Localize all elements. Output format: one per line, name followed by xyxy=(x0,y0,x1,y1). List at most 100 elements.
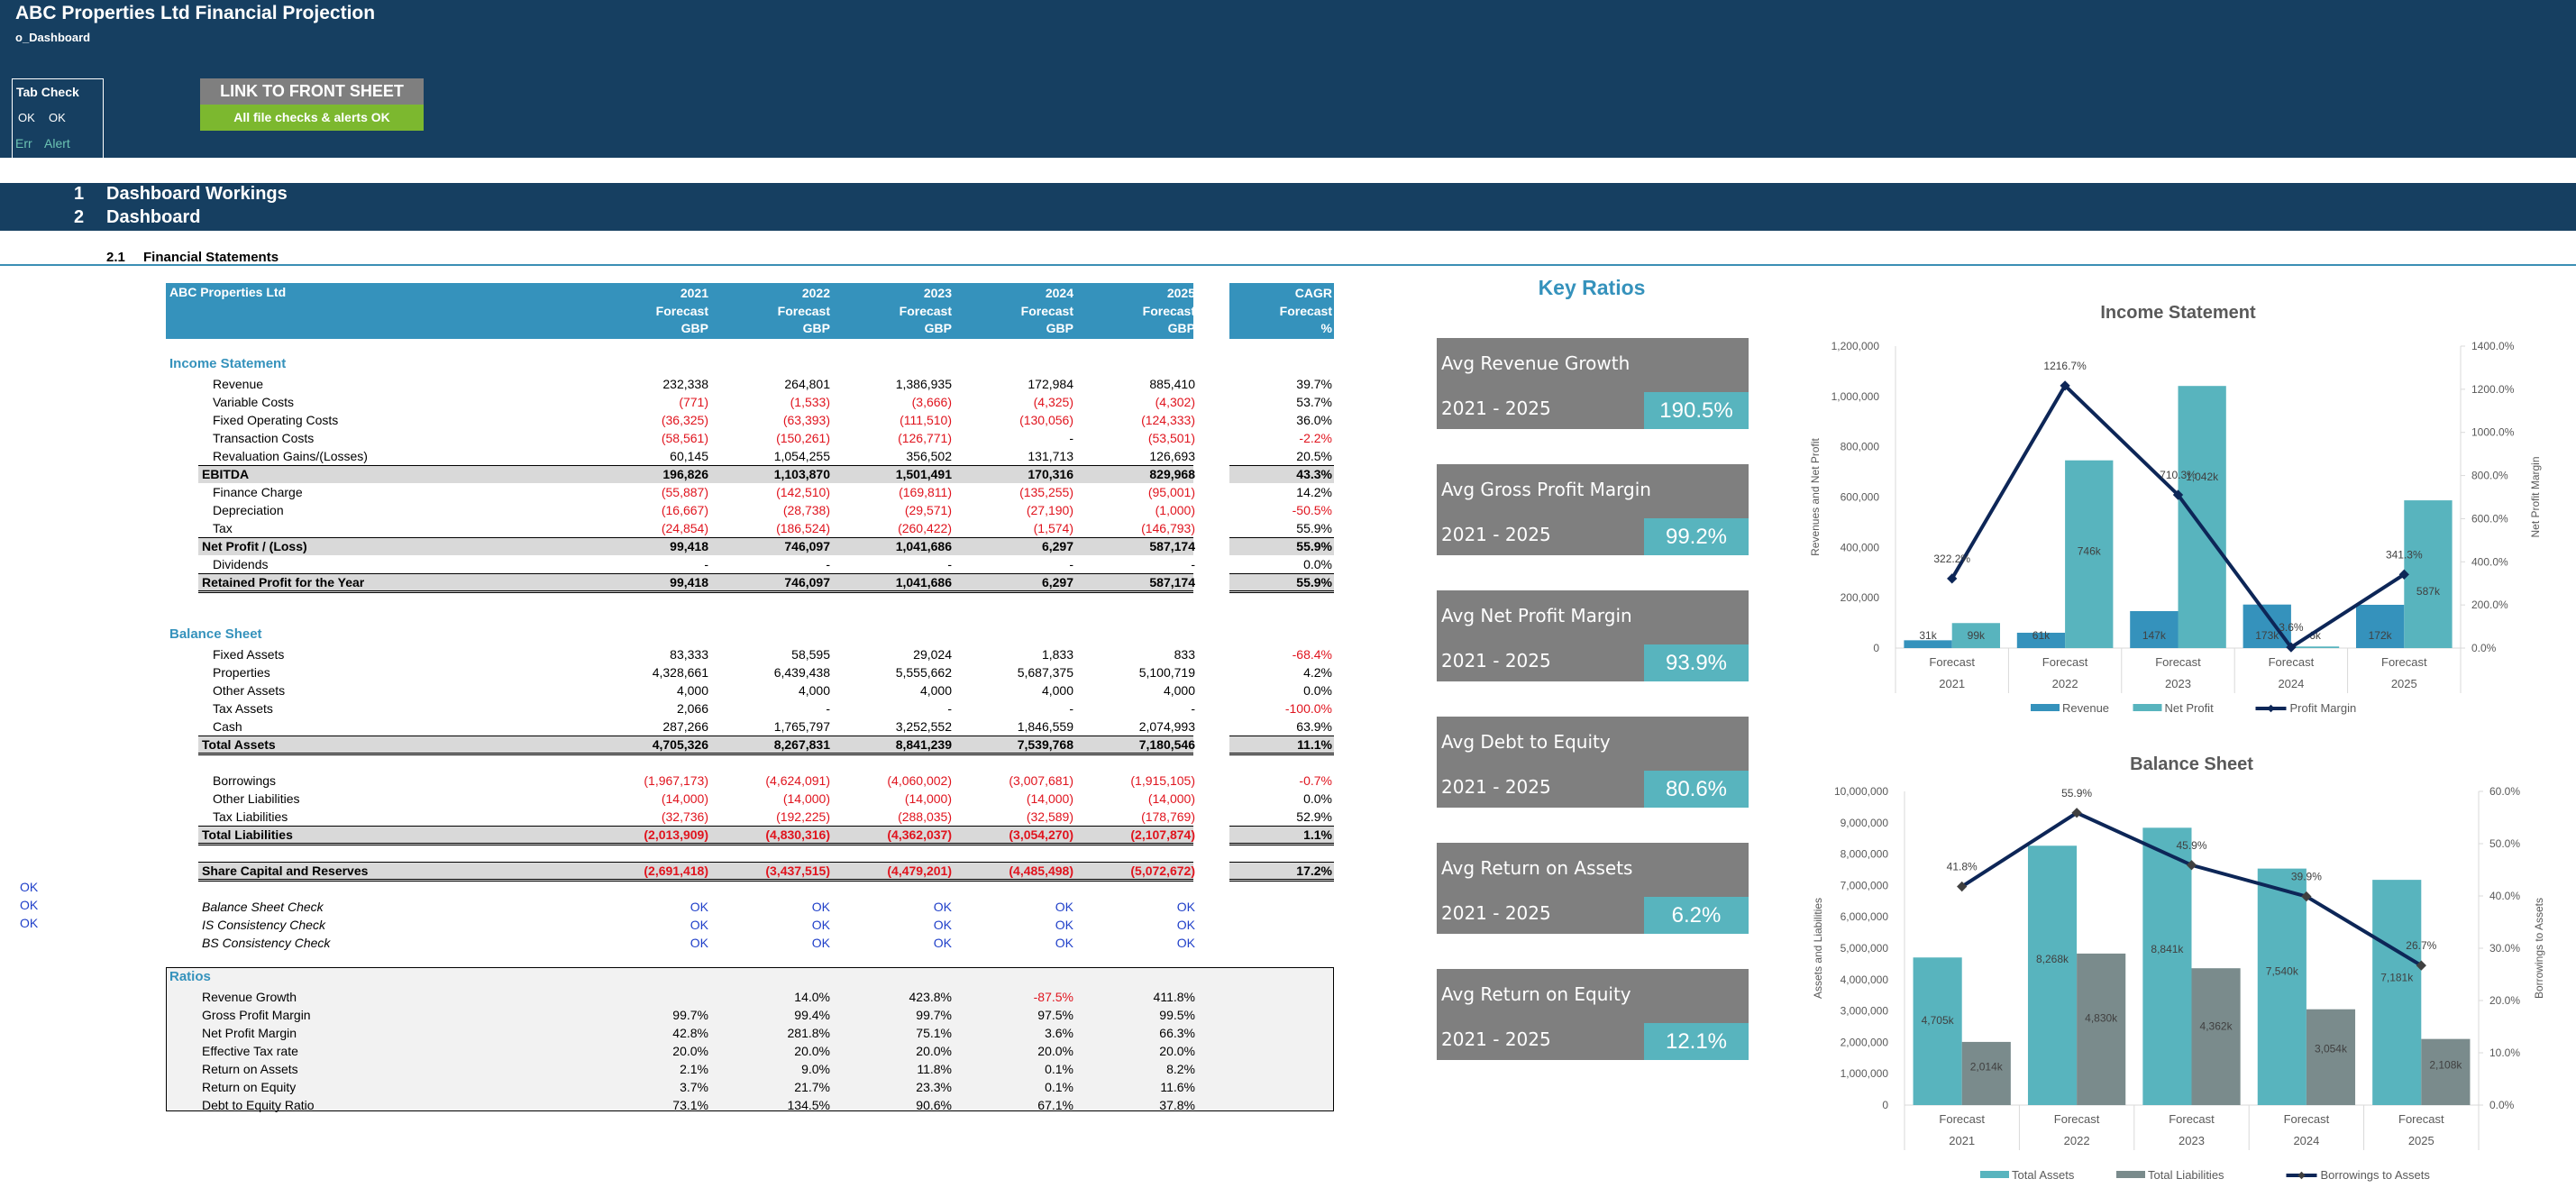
cell-value: -87.5% xyxy=(1033,990,1073,1004)
ratio-row: Return on Equity 3.7% 21.7% 23.3% 0.1% 11.6% xyxy=(166,1078,1334,1096)
cagr-value: -68.4% xyxy=(1292,647,1332,662)
cell-value: (124,333) xyxy=(1141,413,1195,427)
table-row: Dividends - - - - - 0.0% xyxy=(166,555,1334,573)
cell-value: (36,325) xyxy=(661,413,708,427)
cagr-unit: % xyxy=(1320,321,1332,335)
legend-label: Net Profit xyxy=(2165,701,2215,715)
table-row: Tax Liabilities (32,736) (192,225) (288,035… xyxy=(166,808,1334,826)
cell-value: (288,035) xyxy=(898,809,952,824)
key-ratio-value: 93.9% xyxy=(1644,644,1749,681)
cell-value: (55,887) xyxy=(661,485,708,499)
column-type: Forecast xyxy=(899,303,952,318)
cell-value: (3,666) xyxy=(911,395,952,409)
y-tick-label: 1,200,000 xyxy=(1832,340,1880,352)
x-tick-label: Forecast xyxy=(2269,655,2315,669)
cell-value: 42.8% xyxy=(672,1026,708,1040)
cell-value: 281.8% xyxy=(787,1026,830,1040)
ratio-row: Net Profit Margin 42.8% 281.8% 75.1% 3.6% 66.… xyxy=(166,1024,1334,1042)
cagr-value: 0.0% xyxy=(1303,683,1332,698)
cell-value: OK xyxy=(1055,936,1073,950)
left-check-flag: OK xyxy=(20,898,39,912)
cagr-value: -0.7% xyxy=(1299,773,1332,788)
link-to-front-sheet-button[interactable]: LINK TO FRONT SHEET xyxy=(200,78,424,105)
y2-tick-label: 1400.0% xyxy=(2471,340,2515,352)
cell-value: (16,667) xyxy=(661,503,708,517)
app-title: ABC Properties Ltd Financial Projection xyxy=(15,3,376,23)
table-row: Fixed Assets 83,333 58,595 29,024 1,833 833 -6… xyxy=(166,645,1334,663)
cell-value: (3,007,681) xyxy=(1009,773,1073,788)
y2-tick-label: 1000.0% xyxy=(2471,426,2515,439)
bar-data-label: 7,181k xyxy=(2380,972,2414,984)
x-tick-label: Forecast xyxy=(2398,1112,2444,1126)
year-column-header: 2024 Forecast GBP xyxy=(1021,285,1073,338)
cell-value: 4,000 xyxy=(676,683,708,698)
y-tick-label: 8,000,000 xyxy=(1841,848,1889,861)
cell-value: (24,854) xyxy=(661,521,708,535)
left-check-flag: OK xyxy=(20,916,39,930)
cell-value: (3,054,270) xyxy=(1009,827,1073,842)
row-label: IS Consistency Check xyxy=(202,918,325,932)
line-data-label: 26.7% xyxy=(2406,939,2436,952)
key-ratio-card: Avg Gross Profit Margin 2021 - 2025 99.2% xyxy=(1437,464,1749,555)
bar-net-profit xyxy=(2290,646,2340,648)
column-type: Forecast xyxy=(1020,303,1073,318)
cell-value: - xyxy=(1191,557,1195,571)
company-name: ABC Properties Ltd xyxy=(169,285,287,299)
cell-value: 8,267,831 xyxy=(773,737,830,752)
line-data-label: 55.9% xyxy=(2061,787,2092,800)
cell-value: 1,386,935 xyxy=(895,377,952,391)
cell-value: OK xyxy=(1055,900,1073,914)
cell-value: (29,571) xyxy=(904,503,952,517)
cell-value: (146,793) xyxy=(1141,521,1195,535)
x-tick-label: Forecast xyxy=(2155,655,2201,669)
cell-value: 3,252,552 xyxy=(895,719,952,734)
x-tick-label: Forecast xyxy=(2042,655,2088,669)
bar-data-label: 8,841k xyxy=(2151,943,2184,955)
cell-value: 6,439,438 xyxy=(773,665,830,680)
cell-value: 99.5% xyxy=(1159,1008,1195,1022)
row-label: Return on Equity xyxy=(202,1080,297,1094)
section-label: Dashboard xyxy=(106,207,201,227)
row-label: Fixed Assets xyxy=(213,647,285,662)
table-row: Variable Costs (771) (1,533) (3,666) (4,325)… xyxy=(166,393,1334,411)
row-label: Balance Sheet Check xyxy=(202,900,324,914)
cell-value: (4,302) xyxy=(1155,395,1195,409)
legend-swatch xyxy=(2133,704,2162,711)
cell-value: (14,000) xyxy=(1147,791,1195,806)
ratio-row: Effective Tax rate 20.0% 20.0% 20.0% 20.0% 20… xyxy=(166,1042,1334,1060)
table-row: Borrowings (1,967,173) (4,624,091) (4,060,0… xyxy=(166,772,1334,790)
cell-value: (2,691,418) xyxy=(644,864,708,878)
column-type: Forecast xyxy=(777,303,830,318)
cell-value: - xyxy=(947,701,952,716)
cell-value: (2,107,874) xyxy=(1130,827,1195,842)
row-label: Transaction Costs xyxy=(213,431,315,445)
row-label: Borrowings xyxy=(213,773,277,788)
x-tick-label: 2023 xyxy=(2165,677,2191,690)
bar-total-assets xyxy=(2372,880,2422,1105)
cagr-value: 17.2% xyxy=(1296,864,1332,878)
cell-value: 20.0% xyxy=(916,1044,952,1058)
cagr-type: Forecast xyxy=(1279,303,1332,318)
row-label: Finance Charge xyxy=(213,485,303,499)
cell-value: (4,485,498) xyxy=(1009,864,1073,878)
column-year: 2022 xyxy=(801,286,830,300)
y2-tick-label: 10.0% xyxy=(2489,1046,2520,1059)
cell-value: 90.6% xyxy=(916,1098,952,1112)
header-band: ABC Properties Ltd Financial Projection … xyxy=(0,0,2576,158)
year-column-header: 2021 Forecast GBP xyxy=(656,285,708,338)
file-checks-status: All file checks & alerts OK xyxy=(200,105,424,131)
check-row: IS Consistency Check OK OK OK OK OK xyxy=(166,916,1334,934)
section-label: Dashboard Workings xyxy=(106,184,288,204)
cell-value: 1,041,686 xyxy=(895,575,952,589)
row-label: EBITDA xyxy=(202,467,250,481)
line-data-label: 710.3% xyxy=(2160,469,2197,481)
cell-value: 196,826 xyxy=(662,467,708,481)
cell-value: - xyxy=(1069,431,1073,445)
cell-value: 3.6% xyxy=(1045,1026,1073,1040)
year-column-header: 2023 Forecast GBP xyxy=(900,285,952,338)
bar-total-assets xyxy=(1913,957,1962,1105)
ratios-heading: Ratios xyxy=(169,969,211,984)
y-tick-label: 800,000 xyxy=(1841,441,1880,453)
cell-value: 21.7% xyxy=(794,1080,830,1094)
cell-value: (150,261) xyxy=(776,431,830,445)
